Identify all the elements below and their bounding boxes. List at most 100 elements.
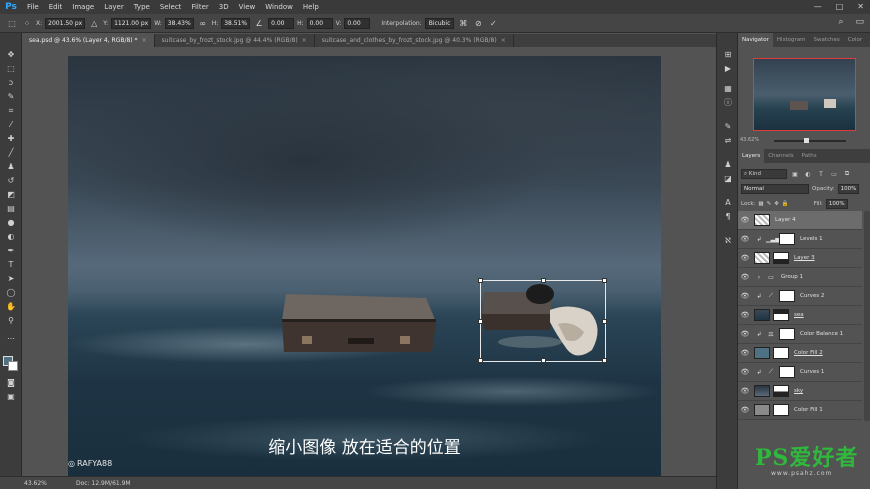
warp-icon[interactable]: ⌘ — [457, 19, 469, 28]
layer-row-color-fill-1[interactable]: 👁 Color Fill 1 — [738, 401, 862, 420]
layer-row-sky[interactable]: 👁 sky — [738, 382, 862, 401]
shape-tool-icon[interactable]: ◯ — [3, 287, 19, 299]
brush-tool-icon[interactable]: ╱ — [3, 147, 19, 159]
interpolation-select[interactable]: Bicubic — [424, 17, 455, 29]
eraser-tool-icon[interactable]: ◩ — [3, 189, 19, 201]
tab-histogram[interactable]: Histogram — [773, 33, 810, 47]
tab-layers[interactable]: Layers — [738, 149, 765, 163]
shape-filter-icon[interactable]: ▭ — [829, 171, 839, 178]
angle-field[interactable]: 0.00 — [268, 17, 295, 29]
brush-settings-icon[interactable]: ✎ — [721, 121, 735, 133]
visibility-eye-icon[interactable]: 👁 — [738, 235, 752, 243]
menu-type[interactable]: Type — [129, 3, 155, 11]
zoom-readout[interactable]: 43.62% — [0, 480, 47, 487]
layer-row-curves-1[interactable]: 👁 ↲ ⟋ Curves 1 — [738, 363, 862, 382]
adjustments-icon[interactable]: ⇌ — [721, 135, 735, 147]
history-icon[interactable]: ⊞ — [721, 49, 735, 61]
v-skew-field[interactable]: 0.00 — [344, 17, 371, 29]
zoom-tool-icon[interactable]: ⚲ — [3, 315, 19, 327]
close-tab-icon[interactable]: × — [142, 37, 147, 44]
info-icon[interactable]: ⓘ — [721, 97, 735, 109]
visibility-eye-icon[interactable]: 👁 — [738, 254, 752, 262]
type-tool-icon[interactable]: T — [3, 259, 19, 271]
transform-handle[interactable] — [478, 358, 483, 363]
layer-row-curves-2[interactable]: 👁 ↲ ⟋ Curves 2 — [738, 287, 862, 306]
gradient-tool-icon[interactable]: ▤ — [3, 203, 19, 215]
menu-select[interactable]: Select — [155, 3, 187, 11]
lock-all-icon[interactable]: 🔒 — [782, 201, 789, 207]
maximize-icon[interactable]: □ — [836, 2, 844, 11]
pen-tool-icon[interactable]: ✒ — [3, 245, 19, 257]
properties-icon[interactable]: ▦ — [721, 83, 735, 95]
visibility-eye-icon[interactable]: 👁 — [738, 349, 752, 357]
glyphs-icon[interactable]: ℵ — [721, 235, 735, 247]
document-image[interactable]: 缩小图像 放在适合的位置 ◎ RAFYA88 — [68, 56, 661, 476]
link-icon[interactable]: ∞ — [197, 19, 209, 28]
layers-scrollbar[interactable] — [864, 211, 870, 421]
tab-color[interactable]: Color — [844, 33, 866, 47]
quick-mask-icon[interactable]: ◙ — [3, 377, 19, 389]
commit-transform-icon[interactable]: ✓ — [487, 19, 499, 28]
lock-pixels-icon[interactable]: ▦ — [758, 201, 763, 207]
type-filter-icon[interactable]: T — [816, 171, 826, 178]
layer-row-layer-3[interactable]: 👁 Layer 3 — [738, 249, 862, 268]
tab-paths[interactable]: Paths — [798, 149, 821, 163]
menu-edit[interactable]: Edit — [44, 3, 68, 11]
menu-file[interactable]: File — [22, 3, 44, 11]
width-field[interactable]: 38.43% — [164, 17, 194, 29]
layer-row-levels-1[interactable]: 👁 ↲ ▁▃▅ Levels 1 — [738, 230, 862, 249]
crop-tool-icon[interactable]: ⌗ — [3, 105, 19, 117]
reference-point-icon[interactable]: ⁘ — [21, 19, 33, 28]
transform-handle[interactable] — [602, 319, 607, 324]
visibility-eye-icon[interactable]: 👁 — [738, 387, 752, 395]
visibility-eye-icon[interactable]: 👁 — [738, 273, 752, 281]
height-field[interactable]: 38.51% — [221, 17, 251, 29]
menu-filter[interactable]: Filter — [186, 3, 213, 11]
visibility-eye-icon[interactable]: 👁 — [738, 406, 752, 414]
close-icon[interactable]: ✕ — [857, 2, 864, 11]
navigator-view-box[interactable] — [753, 58, 856, 131]
actions-icon[interactable]: ▶ — [721, 63, 735, 75]
menu-window[interactable]: Window — [260, 3, 298, 11]
delta-icon[interactable]: △ — [88, 19, 100, 28]
smart-object-filter-icon[interactable]: ⧉ — [842, 170, 852, 178]
lasso-tool-icon[interactable]: ↄ — [3, 77, 19, 89]
transform-handle[interactable] — [541, 278, 546, 283]
lock-paint-icon[interactable]: ✎ — [767, 201, 772, 207]
workspace-icon[interactable]: ▭ — [855, 17, 864, 27]
close-tab-icon[interactable]: × — [501, 37, 506, 44]
layer-row-layer-4[interactable]: 👁 Layer 4 — [738, 211, 862, 230]
visibility-eye-icon[interactable]: 👁 — [738, 311, 752, 319]
marquee-tool-icon[interactable]: ⬚ — [3, 63, 19, 75]
layer-row-group-1[interactable]: 👁 › ▭ Group 1 — [738, 268, 862, 287]
transform-handle[interactable] — [602, 278, 607, 283]
tab-navigator[interactable]: Navigator — [738, 33, 773, 47]
transform-handle[interactable] — [478, 278, 483, 283]
layer-row-color-balance-1[interactable]: 👁 ↲ ⚖ Color Balance 1 — [738, 325, 862, 344]
pixel-filter-icon[interactable]: ▣ — [790, 171, 800, 178]
menu-help[interactable]: Help — [298, 3, 324, 11]
canvas-area[interactable]: 缩小图像 放在适合的位置 ◎ RAFYA88 — [22, 47, 716, 476]
more-tools-icon[interactable]: … — [3, 331, 19, 343]
screen-mode-icon[interactable]: ▣ — [3, 391, 19, 403]
quick-select-tool-icon[interactable]: ✎ — [3, 91, 19, 103]
transform-handle[interactable] — [478, 319, 483, 324]
tab-suitcase-stock[interactable]: suitcase_by_frozt_stock.jpg @ 44.4% (RGB… — [154, 34, 315, 47]
character-icon[interactable]: A — [721, 197, 735, 209]
hand-tool-icon[interactable]: ✋ — [3, 301, 19, 313]
tab-channels[interactable]: Channels — [764, 149, 797, 163]
search-icon[interactable]: ⌕ — [838, 17, 843, 27]
stamp-tool-icon[interactable]: ♟ — [3, 161, 19, 173]
menu-3d[interactable]: 3D — [214, 3, 234, 11]
layer-row-color-fill-2[interactable]: 👁 Color Fill 2 — [738, 344, 862, 363]
fill-field[interactable]: 100% — [825, 199, 848, 209]
minimize-icon[interactable]: — — [814, 2, 822, 11]
blend-mode-select[interactable]: Normal — [741, 184, 809, 194]
paragraph-icon[interactable]: ¶ — [721, 211, 735, 223]
visibility-eye-icon[interactable]: 👁 — [738, 292, 752, 300]
group-expand-icon[interactable]: › — [754, 274, 764, 281]
eyedropper-tool-icon[interactable]: ⁄ — [3, 119, 19, 131]
transform-tool-icon[interactable]: ⬚ — [6, 19, 18, 28]
dodge-tool-icon[interactable]: ◐ — [3, 231, 19, 243]
visibility-eye-icon[interactable]: 👁 — [738, 216, 752, 224]
